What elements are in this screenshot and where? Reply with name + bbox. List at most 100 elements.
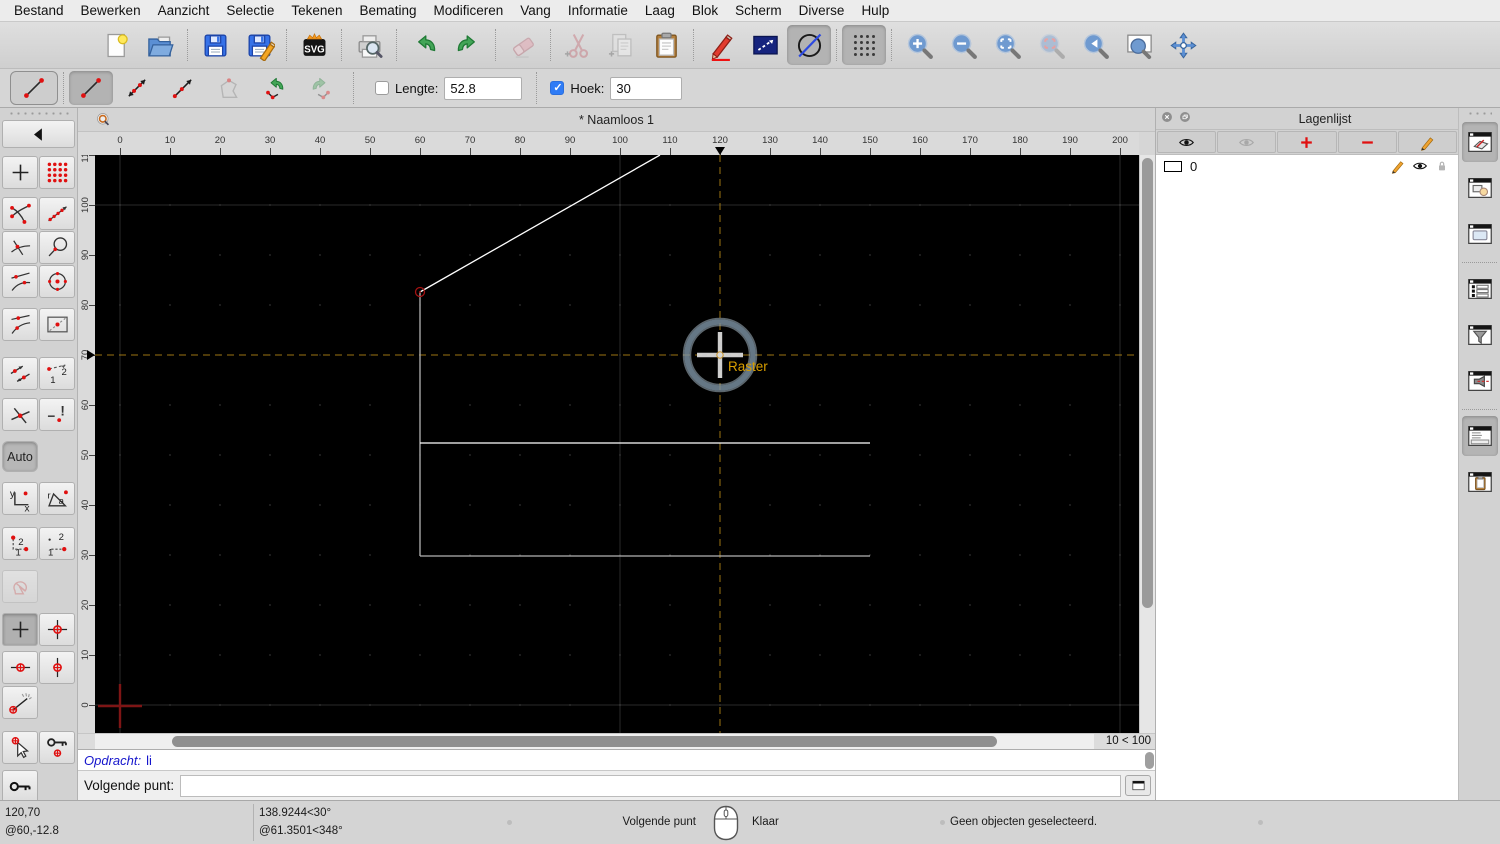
- lock-relative-zero-button[interactable]: [39, 731, 75, 764]
- remove-layer-button[interactable]: [1337, 131, 1397, 153]
- menu-informatie[interactable]: Informatie: [568, 3, 628, 18]
- drawing-canvas[interactable]: Raster: [95, 154, 1139, 733]
- length-checkbox[interactable]: [375, 81, 389, 95]
- menu-diverse[interactable]: Diverse: [799, 3, 845, 18]
- snap-endpoints-button[interactable]: [2, 197, 38, 230]
- coordinate-polar-button[interactable]: ra: [39, 482, 75, 515]
- snap-center-button[interactable]: [39, 265, 75, 298]
- snap-free-button[interactable]: [2, 156, 38, 189]
- command-input[interactable]: [180, 774, 1121, 797]
- line-segments-button[interactable]: [69, 71, 113, 105]
- open-file-button[interactable]: [138, 25, 182, 65]
- print-preview-button[interactable]: [347, 25, 391, 65]
- panel-block-list-button[interactable]: [1462, 168, 1498, 208]
- svg-text:2: 2: [58, 532, 63, 543]
- line-both-directions-button[interactable]: [115, 71, 159, 105]
- show-all-layers-button[interactable]: [1157, 131, 1217, 153]
- current-tool-line[interactable]: [10, 71, 58, 105]
- float-panel-button[interactable]: [1174, 110, 1192, 127]
- angle-input[interactable]: [610, 76, 683, 100]
- snap-points-button[interactable]: [39, 197, 75, 230]
- layer-lock-toggle[interactable]: [1434, 158, 1450, 174]
- menu-vang[interactable]: Vang: [520, 3, 551, 18]
- snap-reference-button[interactable]: [39, 308, 75, 341]
- panel-clipboard-button[interactable]: [1462, 462, 1498, 502]
- panel-selection-filter-button[interactable]: [1462, 315, 1498, 355]
- menu-bestand[interactable]: Bestand: [14, 3, 64, 18]
- relative-zero-angle-button[interactable]: [2, 686, 38, 719]
- length-input[interactable]: [444, 76, 523, 100]
- restrict-orthogonal-button[interactable]: 12: [2, 527, 38, 560]
- panel-library-browser-button[interactable]: [1462, 361, 1498, 401]
- menu-hulp[interactable]: Hulp: [861, 3, 889, 18]
- undo-segment-button[interactable]: [253, 71, 297, 105]
- snap-tangent-button[interactable]: [2, 265, 38, 298]
- panel-command-line-button[interactable]: [1461, 416, 1498, 456]
- zoom-previous-button[interactable]: [1073, 25, 1117, 65]
- command-history-scrollbar[interactable]: [1145, 752, 1154, 769]
- relative-zero-horizontal-button[interactable]: [2, 651, 38, 684]
- panel-views-button[interactable]: [1462, 214, 1498, 254]
- pick-relative-zero-button[interactable]: [2, 731, 38, 764]
- save-as-button[interactable]: [237, 25, 281, 65]
- svg-export-button[interactable]: SVG: [292, 25, 336, 65]
- line-single-direction-button[interactable]: [161, 71, 205, 105]
- menu-modificeren[interactable]: Modificeren: [434, 3, 504, 18]
- layer-row[interactable]: 0: [1156, 155, 1458, 177]
- panel-layer-list-button[interactable]: [1461, 122, 1498, 162]
- snap-perpendicular-button[interactable]: [2, 308, 38, 341]
- horizontal-scrollbar[interactable]: [95, 734, 1094, 750]
- add-layer-button[interactable]: [1277, 131, 1337, 153]
- new-file-button[interactable]: [94, 25, 138, 65]
- palette-drag-handle[interactable]: [8, 111, 69, 116]
- menu-scherm[interactable]: Scherm: [735, 3, 782, 18]
- set-relative-zero-button[interactable]: [39, 613, 75, 646]
- menu-bewerken[interactable]: Bewerken: [81, 3, 141, 18]
- snap-intersection-manual-button[interactable]: !: [39, 398, 75, 431]
- menu-bemating[interactable]: Bemating: [359, 3, 416, 18]
- snap-parallel-button[interactable]: [2, 357, 38, 390]
- menu-blok[interactable]: Blok: [692, 3, 718, 18]
- relative-zero-locked-button[interactable]: [2, 770, 38, 800]
- menu-tekenen[interactable]: Tekenen: [291, 3, 342, 18]
- grid-toggle-button[interactable]: [842, 25, 886, 65]
- restrict-horizontal-vertical-button[interactable]: 12: [39, 527, 75, 560]
- vertical-scrollbar-thumb[interactable]: [1142, 158, 1153, 608]
- strip-drag-handle[interactable]: [1467, 111, 1492, 116]
- snap-grid-button[interactable]: [39, 156, 75, 189]
- coordinate-cartesian-button[interactable]: yx: [2, 482, 38, 515]
- snap-intersection-auto-button[interactable]: [2, 231, 38, 264]
- svg-logo-icon: SVG: [303, 32, 325, 56]
- deselect-all-button[interactable]: [787, 25, 831, 65]
- zoom-window-button[interactable]: [1117, 25, 1161, 65]
- snap-distance-button[interactable]: 12: [39, 357, 75, 390]
- select-mode-button[interactable]: [743, 25, 787, 65]
- relative-zero-free-button[interactable]: [2, 613, 38, 646]
- undo-button[interactable]: [402, 25, 446, 65]
- command-window-toggle-button[interactable]: [1125, 775, 1151, 796]
- snap-intersection-button[interactable]: [2, 398, 38, 431]
- angle-checkbox[interactable]: [550, 81, 565, 95]
- zoom-auto-button[interactable]: [985, 25, 1029, 65]
- auto-snap-button[interactable]: Auto: [2, 441, 38, 472]
- back-button[interactable]: [2, 120, 75, 148]
- zoom-out-button[interactable]: [941, 25, 985, 65]
- layer-visibility-toggle[interactable]: [1412, 158, 1428, 174]
- save-button[interactable]: [193, 25, 237, 65]
- pan-button[interactable]: [1161, 25, 1205, 65]
- zoom-in-button[interactable]: [897, 25, 941, 65]
- edit-layer-button[interactable]: [1397, 131, 1457, 153]
- relative-zero-vertical-button[interactable]: [39, 651, 75, 684]
- menu-selectie[interactable]: Selectie: [226, 3, 274, 18]
- horizontal-scrollbar-thumb[interactable]: [172, 736, 997, 747]
- snap-on-entity-button[interactable]: [39, 231, 75, 264]
- edit-layer[interactable]: [1390, 158, 1406, 174]
- draw-mode-button[interactable]: [699, 25, 743, 65]
- menu-laag[interactable]: Laag: [645, 3, 675, 18]
- redo-button[interactable]: [446, 25, 490, 65]
- panel-property-editor-button[interactable]: [1462, 269, 1498, 309]
- menu-aanzicht[interactable]: Aanzicht: [158, 3, 210, 18]
- vertical-scrollbar[interactable]: [1139, 155, 1155, 733]
- paste-button[interactable]: [644, 25, 688, 65]
- close-panel-button[interactable]: [1156, 110, 1174, 127]
